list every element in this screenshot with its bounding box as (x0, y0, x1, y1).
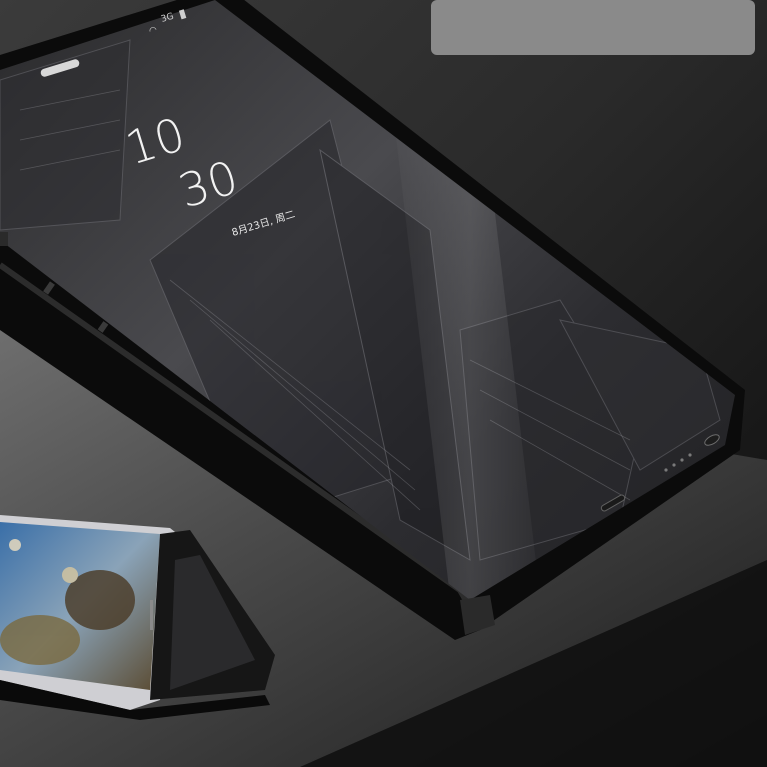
overlay-box (431, 0, 755, 55)
stand-phone-button (150, 600, 153, 630)
product-scene: ◠ 3G 10 30 8月23日, 周二 (0, 0, 767, 767)
side-key (0, 232, 8, 246)
